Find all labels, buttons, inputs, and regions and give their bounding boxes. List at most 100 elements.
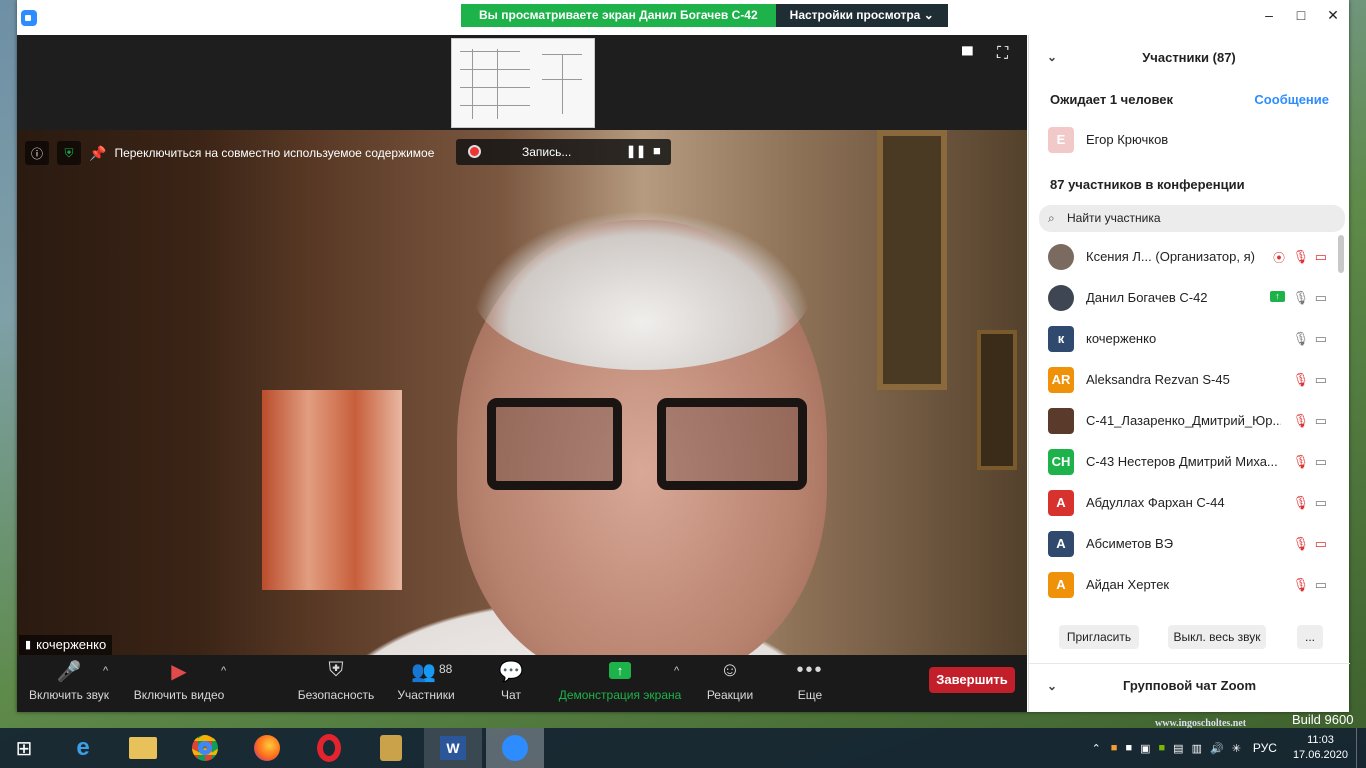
minimize-button[interactable]: –	[1253, 0, 1285, 30]
participant-name: Данил Богачев С-42	[1086, 290, 1208, 305]
chevron-down-icon[interactable]: ⌄	[1047, 664, 1057, 708]
end-meeting-button[interactable]: Завершить	[929, 667, 1015, 693]
avatar	[1048, 285, 1074, 311]
shared-screen-thumbnail[interactable]	[451, 38, 595, 128]
system-tray: ⌃ ■ ■ ▣ ■ ▤ ▥ 🔊 ✳ РУС 11:03 17.06.2020	[1086, 728, 1366, 768]
language-indicator[interactable]: РУС	[1245, 741, 1285, 755]
firefox-icon	[254, 735, 280, 761]
list-item[interactable]: Данил Богачев С-42 ↑ 🎙 ▭	[1029, 278, 1347, 319]
participants-button[interactable]: 👥 88 Участники	[391, 655, 461, 712]
start-button[interactable]: ⊞	[0, 728, 48, 768]
avatar: А	[1048, 572, 1074, 598]
taskbar-word[interactable]: W	[424, 728, 482, 768]
group-chat-header[interactable]: ⌄ Групповой чат Zoom	[1029, 663, 1350, 712]
list-item[interactable]: CH С-43 Нестеров Дмитрий Миха... 🎙 ▭	[1029, 442, 1347, 483]
fullscreen-icon[interactable]: ⛶	[997, 45, 1008, 63]
avatar	[1048, 408, 1074, 434]
folder-icon	[129, 737, 157, 759]
camera-off-icon: ▶	[171, 661, 187, 683]
chevron-down-icon[interactable]: ⌄	[1047, 35, 1057, 80]
reactions-button[interactable]: ☺ Реакции	[703, 655, 757, 712]
microphone-icon: 🎙	[1292, 331, 1309, 346]
more-button[interactable]: ••• Еще	[793, 655, 827, 712]
message-waiting-button[interactable]: Сообщение	[1254, 92, 1329, 107]
record-dot-icon	[468, 145, 481, 158]
taskbar-explorer[interactable]	[114, 728, 172, 768]
shared-content-strip: ▀ ⛶	[17, 35, 1027, 130]
participant-name: Абсиметов ВЭ	[1086, 536, 1174, 551]
participants-header: ⌄ Участники (87)	[1029, 35, 1349, 80]
show-desktop-button[interactable]	[1356, 728, 1366, 768]
view-options-button[interactable]: Настройки просмотра ⌄	[775, 4, 948, 27]
ellipsis-icon: •••	[796, 659, 824, 681]
avatar: к	[1048, 326, 1074, 352]
recording-label: Запись...	[522, 145, 572, 159]
camera-icon: ▭	[1314, 454, 1327, 469]
stop-icon[interactable]: ■	[653, 143, 661, 158]
viewing-screen-label: Вы просматриваете экран Данил Богачев С-…	[461, 4, 776, 27]
camera-off-icon: ▭	[1314, 249, 1327, 264]
windows-logo-icon: ⊞	[15, 737, 33, 760]
panel-more-button[interactable]: ...	[1297, 625, 1323, 649]
pin-icon: 📌	[89, 144, 107, 161]
camera-off-icon: ▭	[1314, 536, 1327, 551]
taskbar-firefox[interactable]	[238, 728, 296, 768]
chevron-up-icon[interactable]: ⌃	[1086, 742, 1107, 755]
layout-icon[interactable]: ▀	[962, 47, 973, 64]
video-options-caret[interactable]: ^	[221, 665, 226, 677]
windows-taskbar: ⊞ e W ⌃ ■ ■ ▣ ■ ▤ ▥ 🔊 ✳ РУС 11:03 17.06.…	[0, 728, 1366, 768]
taskbar-ie[interactable]: e	[54, 728, 112, 768]
microphone-muted-icon: 🎙	[1292, 495, 1309, 510]
chat-button[interactable]: 💬 Чат	[491, 655, 531, 712]
list-item[interactable]: А Абсиметов ВЭ 🎙 ▭	[1029, 524, 1347, 565]
nvidia-icon[interactable]: ■	[1155, 742, 1170, 754]
build-text: Build 9600	[1292, 712, 1354, 727]
chrome-icon	[192, 735, 218, 761]
share-screen-button[interactable]: ↑ Демонстрация экрана	[557, 655, 683, 712]
list-item[interactable]: AR Aleksandra Rezvan S-45 🎙 ▭	[1029, 360, 1347, 401]
microphone-muted-icon: 🎙	[1292, 249, 1309, 264]
tray-app-icon[interactable]: ■	[1107, 742, 1122, 754]
taskbar-notes[interactable]	[362, 728, 420, 768]
network-icon[interactable]: ▥	[1188, 742, 1206, 755]
tray-app-icon[interactable]: ▤	[1169, 742, 1187, 755]
share-options-caret[interactable]: ^	[674, 665, 679, 677]
mute-all-button[interactable]: Выкл. весь звук	[1168, 625, 1266, 649]
taskbar-zoom[interactable]	[486, 728, 544, 768]
shield-icon[interactable]: ⛨	[57, 141, 81, 165]
pause-icon[interactable]: ❚❚	[626, 144, 646, 158]
waiting-user-row[interactable]: Е Егор Крючков	[1029, 120, 1347, 161]
chevron-down-icon: ⌄	[923, 8, 934, 22]
participant-name: Ксения Л... (Организатор, я)	[1086, 249, 1255, 264]
tray-app-icon[interactable]: ✳	[1228, 742, 1245, 755]
list-item[interactable]: А Абдуллах Фархан С-44 🎙 ▭	[1029, 483, 1347, 524]
audio-options-caret[interactable]: ^	[103, 665, 108, 677]
participant-name: Aleksandra Rezvan S-45	[1086, 372, 1230, 387]
security-button[interactable]: ⛨ Безопасность	[294, 655, 378, 712]
meeting-info-bar: ⓘ ⛨ 📌 Переключиться на совместно использ…	[25, 141, 434, 165]
list-item[interactable]: к кочерженко 🎙 ▭	[1029, 319, 1347, 360]
zoom-icon	[502, 735, 528, 761]
list-item[interactable]: А Айдан Хертек 🎙 ▭	[1029, 565, 1347, 606]
clock[interactable]: 11:03 17.06.2020	[1285, 733, 1356, 763]
list-item[interactable]: Ксения Л... (Организатор, я) ⦿ 🎙 ▭	[1029, 237, 1347, 278]
start-video-button[interactable]: ▶ Включить видео	[129, 655, 229, 712]
shield-icon: ⛨	[328, 659, 344, 681]
list-item[interactable]: С-41_Лазаренко_Дмитрий_Юр... 🎙 ▭	[1029, 401, 1347, 442]
taskbar-opera[interactable]	[300, 728, 358, 768]
microphone-muted-icon: 🎙	[1292, 536, 1309, 551]
close-button[interactable]: ✕	[1317, 0, 1349, 30]
maximize-button[interactable]: □	[1285, 0, 1317, 30]
info-icon[interactable]: ⓘ	[25, 141, 49, 165]
invite-button[interactable]: Пригласить	[1059, 625, 1139, 649]
volume-icon[interactable]: 🔊	[1206, 742, 1228, 755]
taskbar-chrome[interactable]	[176, 728, 234, 768]
tray-app-icon[interactable]: ▣	[1136, 742, 1154, 755]
switch-to-shared-content[interactable]: Переключиться на совместно используемое …	[114, 146, 434, 160]
tray-app-icon[interactable]: ■	[1121, 742, 1136, 754]
unmute-button[interactable]: 🎤 Включить звук	[27, 655, 111, 712]
camera-icon: ▭	[1314, 495, 1327, 510]
speaker-name-chip: ▮ кочерженко	[19, 635, 113, 655]
microphone-muted-icon: 🎙	[1292, 577, 1309, 592]
participant-search-input[interactable]: ⌕ Найти участника	[1039, 205, 1345, 232]
